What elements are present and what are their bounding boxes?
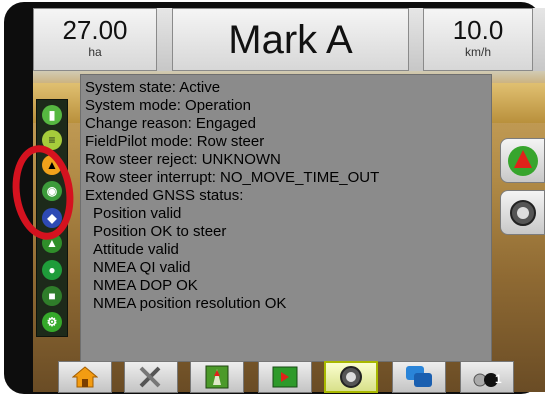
tools-button[interactable] bbox=[124, 361, 178, 393]
speed-readout[interactable]: 10.0 km/h bbox=[423, 8, 533, 71]
status-line: System mode: Operation bbox=[85, 97, 251, 114]
camera-button[interactable] bbox=[500, 190, 545, 235]
status-line: Attitude valid bbox=[93, 241, 179, 258]
steering-icon[interactable]: ▮ bbox=[42, 105, 62, 125]
gear-icon[interactable]: ⚙ bbox=[42, 312, 62, 332]
guidance-view-button[interactable] bbox=[190, 361, 244, 393]
status-line: NMEA DOP OK bbox=[93, 277, 198, 294]
home-button[interactable] bbox=[58, 361, 112, 393]
speed-unit: km/h bbox=[464, 45, 491, 59]
status-line: Extended GNSS status: bbox=[85, 187, 244, 204]
status-line: FieldPilot mode: Row steer bbox=[85, 133, 265, 150]
status-line: NMEA position resolution OK bbox=[93, 295, 287, 312]
field-map-button[interactable] bbox=[258, 361, 312, 393]
status-line: Row steer interrupt: NO_MOVE_TIME_OUT bbox=[85, 169, 380, 186]
status-line: Position OK to steer bbox=[93, 223, 227, 240]
page-title: Mark A bbox=[228, 18, 353, 62]
guidance-arrow-button[interactable] bbox=[500, 138, 545, 183]
area-unit: ha bbox=[88, 45, 102, 59]
speed-value: 10.0 bbox=[452, 15, 504, 45]
field-map-icon bbox=[272, 366, 298, 388]
area-value: 27.00 bbox=[62, 15, 128, 45]
screen-switch-icon bbox=[406, 366, 432, 387]
status-line: Row steer reject: UNKNOWN bbox=[85, 151, 281, 168]
hitch-icon[interactable]: ■ bbox=[42, 286, 62, 306]
tools-icon bbox=[139, 366, 161, 388]
camera-icon bbox=[340, 366, 362, 388]
camera-selector-button[interactable]: 1 bbox=[460, 361, 514, 393]
camera-icon bbox=[510, 200, 536, 226]
status-line: Position valid bbox=[93, 205, 182, 222]
camera-view-button[interactable] bbox=[324, 361, 378, 393]
status-panel: System state: Active System mode: Operat… bbox=[80, 74, 492, 362]
screen-switch-button[interactable] bbox=[392, 361, 446, 393]
water-drop-icon[interactable]: ● bbox=[42, 260, 62, 280]
home-icon bbox=[72, 366, 98, 388]
title-box: Mark A bbox=[172, 8, 409, 71]
guidance-arrow-icon bbox=[508, 146, 538, 176]
area-readout[interactable]: 27.00 ha bbox=[33, 8, 157, 71]
status-line: System state: Active bbox=[85, 79, 221, 96]
status-line: Change reason: Engaged bbox=[85, 115, 256, 132]
camera-badge: 1 bbox=[495, 372, 502, 386]
status-line: NMEA QI valid bbox=[93, 259, 191, 276]
guidance-view-icon bbox=[205, 365, 229, 389]
